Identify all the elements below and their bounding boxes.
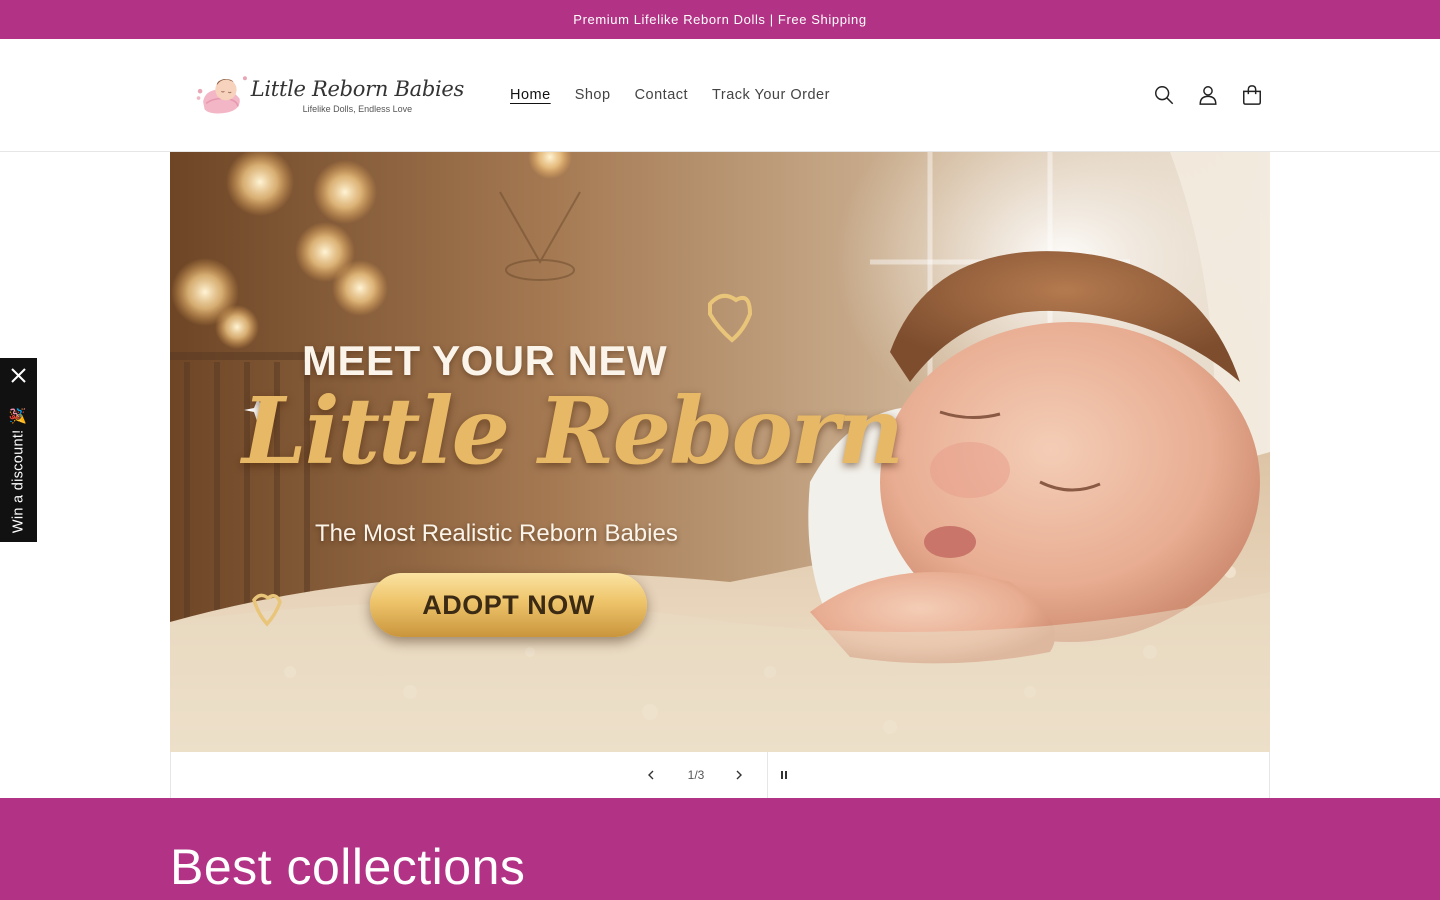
- search-button[interactable]: [1146, 79, 1182, 111]
- site-logo[interactable]: Little Reborn Babies Lifelike Dolls, End…: [194, 66, 464, 124]
- logo-text: Little Reborn Babies Lifelike Dolls, End…: [250, 76, 465, 114]
- chevron-left-icon: [648, 770, 654, 780]
- pause-slideshow-button[interactable]: [769, 752, 799, 798]
- collections-section: Best collections: [0, 798, 1440, 900]
- hero-copy: MEET YOUR NEW Little Reborn The Most Rea…: [170, 152, 1270, 752]
- previous-slide-button[interactable]: [633, 752, 669, 798]
- nav-item-shop[interactable]: Shop: [563, 87, 623, 103]
- slider-divider: [767, 752, 768, 798]
- site-header: Little Reborn Babies Lifelike Dolls, End…: [0, 39, 1440, 152]
- pause-icon: [781, 771, 787, 779]
- slider-controls: 1/3: [170, 752, 1270, 798]
- account-button[interactable]: [1190, 79, 1226, 111]
- hero-subheadline: The Most Realistic Reborn Babies: [315, 520, 678, 547]
- announcement-bar: Premium Lifelike Reborn Dolls | Free Shi…: [0, 0, 1440, 39]
- nav-item-contact[interactable]: Contact: [623, 87, 700, 103]
- adopt-now-button[interactable]: ADOPT NOW: [370, 573, 647, 637]
- collections-heading: Best collections: [170, 839, 526, 895]
- discount-tab[interactable]: Win a discount! 🎉: [0, 358, 37, 542]
- cart-button[interactable]: [1234, 79, 1270, 111]
- nav-item-track-your-order[interactable]: Track Your Order: [700, 87, 842, 103]
- close-icon[interactable]: [9, 366, 28, 385]
- nav-item-home[interactable]: Home: [498, 87, 563, 103]
- account-icon: [1199, 86, 1217, 105]
- announcement-text: Premium Lifelike Reborn Dolls | Free Shi…: [573, 12, 867, 27]
- main-nav: Home Shop Contact Track Your Order: [498, 84, 842, 106]
- hero-headline-line-2: Little Reborn: [242, 377, 904, 485]
- header-icons: [1146, 79, 1278, 111]
- hero-slide[interactable]: MEET YOUR NEW Little Reborn The Most Rea…: [170, 152, 1270, 752]
- logo-title: Little Reborn Babies: [250, 76, 465, 101]
- next-slide-button[interactable]: [721, 752, 757, 798]
- cart-icon: [1243, 85, 1261, 105]
- search-icon: [1155, 86, 1174, 105]
- discount-tab-label: Win a discount! 🎉: [10, 406, 27, 534]
- baby-logo-icon: [196, 76, 247, 114]
- logo-tagline: Lifelike Dolls, Endless Love: [302, 103, 413, 114]
- chevron-right-icon: [736, 770, 742, 780]
- slide-counter: 1/3: [687, 768, 705, 782]
